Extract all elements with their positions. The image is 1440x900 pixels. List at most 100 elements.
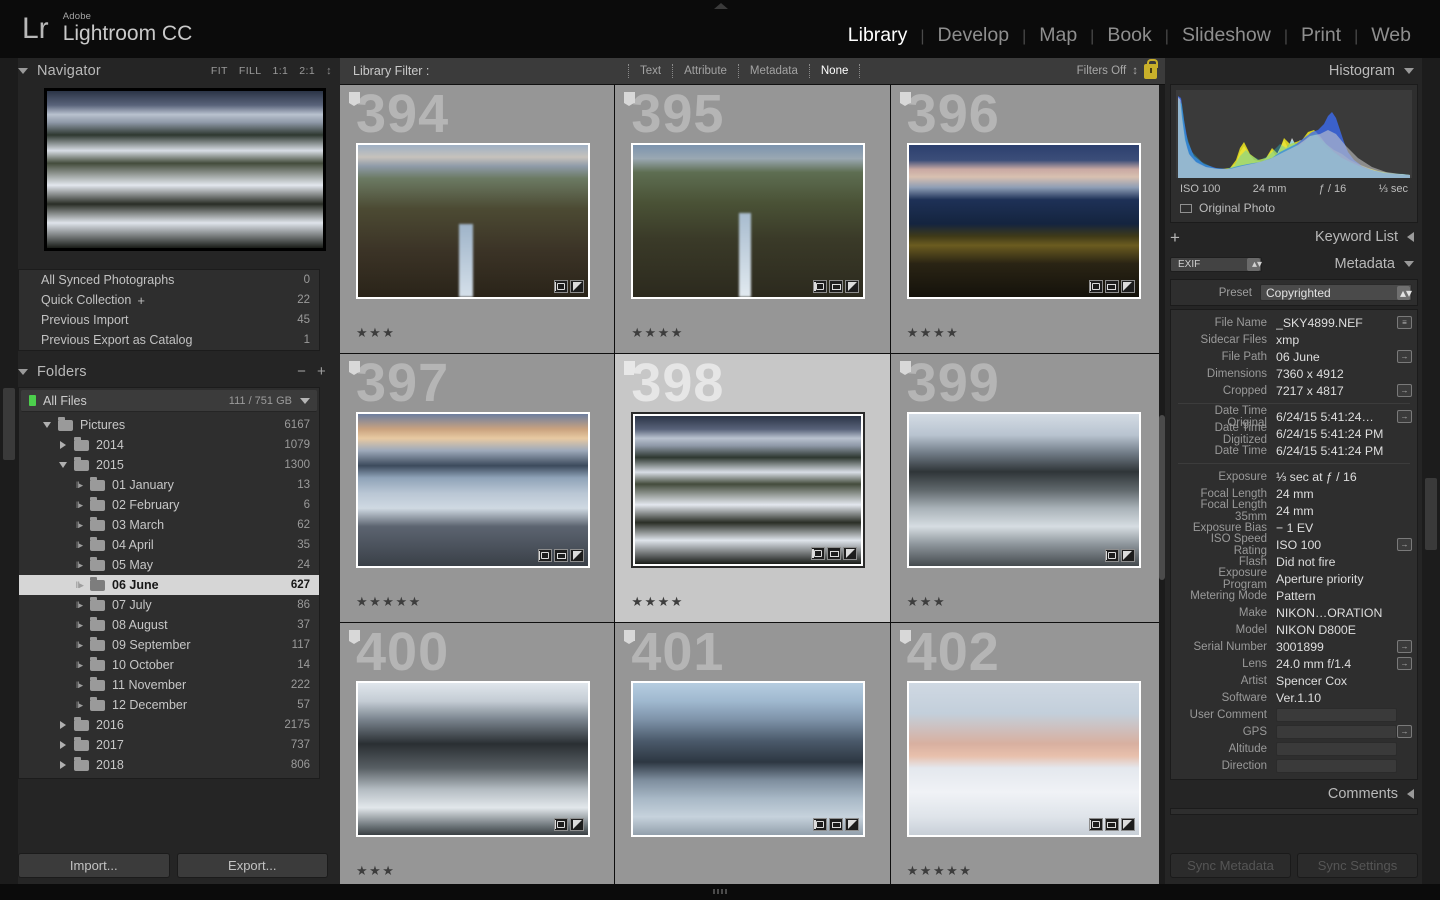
keyword-badge-icon[interactable]	[827, 547, 842, 560]
adjustment-badge-icon[interactable]	[570, 280, 584, 293]
import-button[interactable]: Import...	[18, 853, 170, 878]
catalog-item[interactable]: Previous Export as Catalog 1	[19, 330, 319, 350]
crop-badge-icon[interactable]	[1088, 818, 1103, 831]
thumbnail-frame[interactable]	[356, 681, 590, 837]
folder-row-11-november[interactable]: ‖▸ 11 November 222	[19, 675, 319, 695]
list-menu-icon[interactable]: ≡	[1397, 316, 1412, 329]
keyword-badge-icon[interactable]	[554, 549, 568, 562]
quick-collection-add-icon[interactable]: +	[137, 293, 145, 308]
metadata-field-value[interactable]: NIKON…ORATION	[1276, 606, 1397, 620]
filter-tab-metadata[interactable]: Metadata	[739, 65, 809, 77]
folder-row-02-february[interactable]: ‖▸ 02 February 6	[19, 495, 319, 515]
original-photo-checkbox-icon[interactable]	[1180, 203, 1192, 213]
metadata-input-direction[interactable]	[1276, 758, 1397, 773]
go-to-field-icon[interactable]: →	[1397, 538, 1412, 551]
histogram-header[interactable]: Histogram	[1170, 58, 1418, 84]
keyword-list-header[interactable]: + Keyword List	[1170, 223, 1418, 251]
catalog-item[interactable]: Quick Collection +22	[19, 290, 319, 310]
volume-row-all-files[interactable]: All Files 111 / 751 GB	[21, 390, 317, 412]
star-rating[interactable]: ★★★★★	[907, 863, 973, 879]
chevron-left-icon[interactable]	[1407, 789, 1414, 799]
navigator-zoom-fill[interactable]: FILL	[239, 65, 262, 77]
star-rating[interactable]: ★★★	[356, 325, 395, 341]
flag-icon[interactable]	[624, 92, 636, 106]
subfolder-indicator-icon[interactable]: ‖▸	[73, 480, 85, 491]
chevron-updown-icon[interactable]: ▴▾	[1397, 285, 1412, 300]
filter-tab-text[interactable]: Text	[629, 65, 672, 77]
adjustment-badge-icon[interactable]	[570, 549, 584, 562]
folder-row-07-july[interactable]: ‖▸ 07 July 86	[19, 595, 319, 615]
flag-icon[interactable]	[349, 361, 360, 375]
keyword-badge-icon[interactable]	[829, 818, 844, 831]
chevron-right-icon[interactable]	[57, 441, 69, 449]
navigator-preview[interactable]	[44, 88, 326, 251]
keyword-badge-icon[interactable]	[1104, 818, 1119, 831]
thumbnail-frame[interactable]	[356, 412, 590, 568]
subfolder-indicator-icon[interactable]: ‖▸	[73, 560, 85, 571]
metadata-field-value[interactable]: NIKON D800E	[1276, 623, 1397, 637]
adjustment-badge-icon[interactable]	[1120, 818, 1135, 831]
chevron-down-icon[interactable]	[18, 67, 28, 74]
module-library[interactable]: Library	[835, 24, 921, 47]
subfolder-indicator-icon[interactable]: ‖▸	[73, 600, 85, 611]
keyword-badge-icon[interactable]	[829, 280, 844, 293]
subfolder-indicator-icon[interactable]: ‖▸	[73, 580, 85, 591]
folder-row-05-may[interactable]: ‖▸ 05 May 24	[19, 555, 319, 575]
metadata-field-value[interactable]: ISO 100	[1276, 538, 1397, 552]
top-panel-toggle-icon[interactable]	[714, 3, 728, 9]
right-panel-collapse-handle[interactable]	[1425, 478, 1437, 550]
grid-cell[interactable]: 397 ★★★★★	[340, 354, 615, 622]
flag-icon[interactable]	[349, 630, 360, 644]
subfolder-indicator-icon[interactable]: ‖▸	[73, 500, 85, 511]
catalog-item[interactable]: Previous Import 45	[19, 310, 319, 330]
metadata-field-value[interactable]: _SKY4899.NEF	[1276, 316, 1397, 330]
subfolder-indicator-icon[interactable]: ‖▸	[73, 540, 85, 551]
adjustment-badge-icon[interactable]	[570, 818, 584, 831]
folder-row-09-september[interactable]: ‖▸ 09 September 117	[19, 635, 319, 655]
navigator-zoom-1-1[interactable]: 1:1	[273, 65, 289, 77]
comments-header[interactable]: Comments	[1170, 780, 1418, 808]
crop-badge-icon[interactable]	[554, 818, 568, 831]
flag-icon[interactable]	[899, 361, 911, 375]
filter-tab-none[interactable]: None	[810, 65, 860, 77]
module-book[interactable]: Book	[1094, 24, 1164, 47]
metadata-field-value[interactable]: Ver.1.10	[1276, 691, 1397, 705]
left-panel-gutter[interactable]	[0, 58, 18, 900]
folder-row-2015[interactable]: 2015 1300	[19, 455, 319, 475]
grid-cell[interactable]: 402 ★★★★★	[890, 623, 1165, 891]
go-to-field-icon[interactable]: →	[1397, 350, 1412, 363]
subfolder-indicator-icon[interactable]: ‖▸	[73, 660, 85, 671]
metadata-field-value[interactable]: 3001899	[1276, 640, 1397, 654]
go-to-field-icon[interactable]: →	[1397, 657, 1412, 670]
go-to-field-icon[interactable]: →	[1397, 640, 1412, 653]
thumbnail-frame[interactable]	[906, 143, 1141, 299]
folder-row-2018[interactable]: 2018 806	[19, 755, 319, 775]
navigator-header[interactable]: Navigator FIT FILL 1:1 2:1 ↕	[18, 58, 336, 83]
chevron-right-icon[interactable]	[57, 721, 69, 729]
remove-folder-button[interactable]: −	[297, 364, 306, 379]
thumbnail-frame[interactable]	[631, 143, 866, 299]
export-button[interactable]: Export...	[176, 853, 328, 878]
chevron-updown-icon[interactable]: ↕	[1132, 65, 1138, 77]
flag-icon[interactable]	[899, 630, 911, 644]
crop-badge-icon[interactable]	[1088, 280, 1103, 293]
right-panel-gutter[interactable]	[1422, 58, 1440, 900]
metadata-field-value[interactable]: 24.0 mm f/1.4	[1276, 657, 1397, 671]
go-to-field-icon[interactable]: →	[1397, 384, 1412, 397]
metadata-field-value[interactable]: Aperture priority	[1276, 572, 1397, 586]
grid-cell[interactable]: 399 ★★★	[890, 354, 1165, 622]
thumbnail-frame[interactable]	[631, 681, 866, 837]
metadata-input-user-comment[interactable]	[1276, 707, 1397, 722]
flag-icon[interactable]	[349, 92, 360, 106]
adjustment-badge-icon[interactable]	[845, 818, 860, 831]
module-web[interactable]: Web	[1358, 24, 1424, 47]
folder-row-08-august[interactable]: ‖▸ 08 August 37	[19, 615, 319, 635]
star-rating[interactable]: ★★★★★	[356, 594, 422, 610]
star-rating[interactable]: ★★★★	[631, 594, 684, 610]
chevron-right-icon[interactable]	[57, 741, 69, 749]
module-print[interactable]: Print	[1288, 24, 1354, 47]
module-map[interactable]: Map	[1026, 24, 1090, 47]
chevron-down-icon[interactable]	[1404, 68, 1414, 74]
grid-cell[interactable]: 398 ★★★★	[615, 354, 890, 622]
subfolder-indicator-icon[interactable]: ‖▸	[73, 680, 85, 691]
